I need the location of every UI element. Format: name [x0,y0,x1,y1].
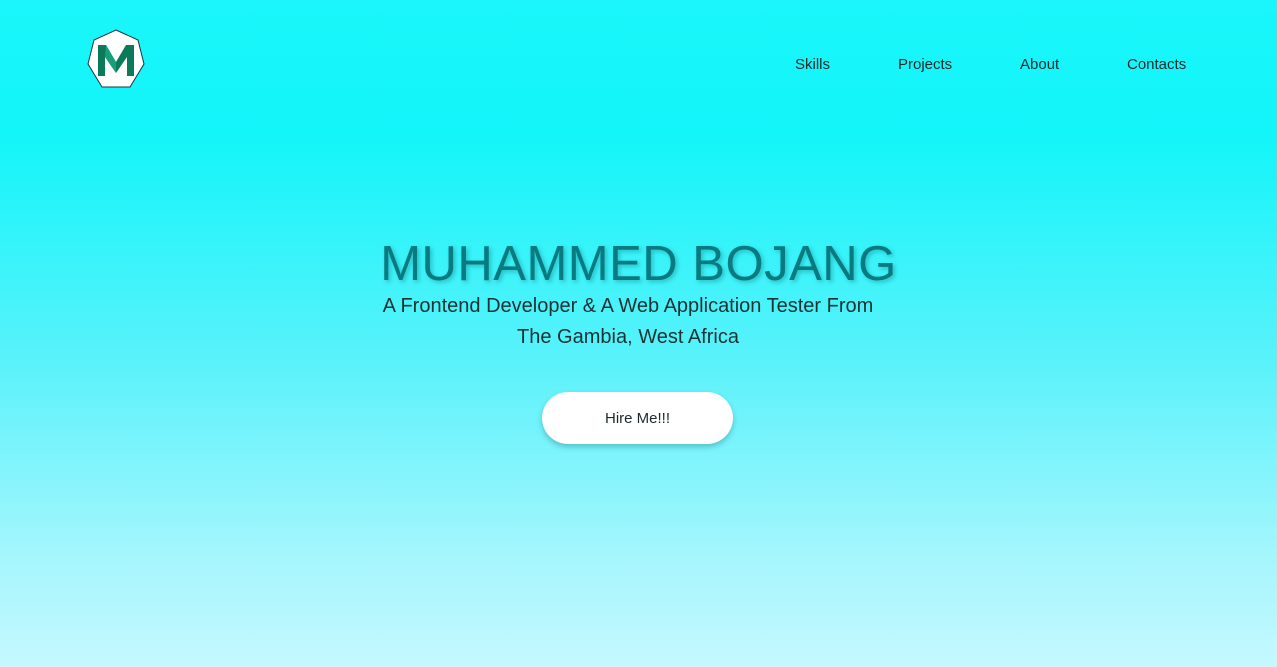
hero-subtitle: A Frontend Developer & A Web Application… [382,295,874,348]
site-header: Skills Projects About Contacts [0,0,1277,130]
nav-item-projects[interactable]: Projects [898,56,952,73]
hire-me-button[interactable]: Hire Me!!! [542,392,733,444]
nav-item-contacts[interactable]: Contacts [1127,56,1186,73]
nav-item-skills[interactable]: Skills [795,56,830,73]
hero-title: MUHAMMED BOJANG [380,237,897,291]
nav-item-about[interactable]: About [1020,56,1059,73]
main-nav: Skills Projects About Contacts [0,56,1277,76]
